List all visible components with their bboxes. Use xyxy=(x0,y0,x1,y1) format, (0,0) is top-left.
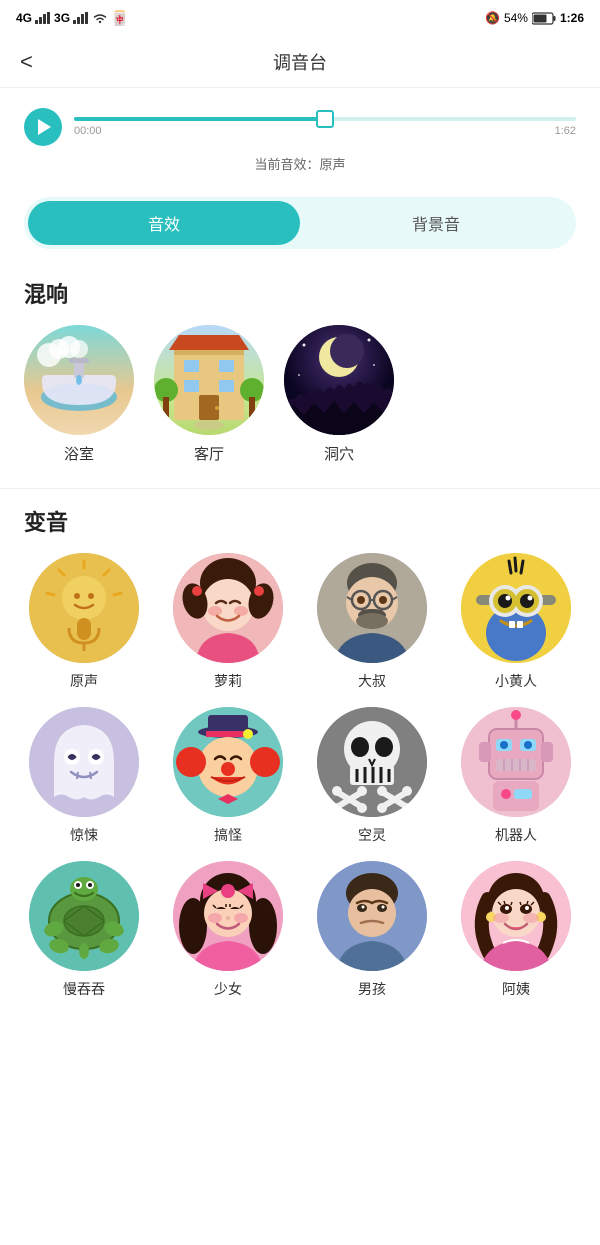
voice-label-robot: 机器人 xyxy=(495,825,537,845)
voice-item-girl[interactable]: 少女 xyxy=(160,861,296,999)
voice-item-boy[interactable]: 男孩 xyxy=(304,861,440,999)
time-display: 1:26 xyxy=(560,11,584,25)
battery-icon xyxy=(532,12,556,25)
status-right: 🔕 54% 1:26 xyxy=(485,11,584,25)
voice-label-slow: 慢吞吞 xyxy=(63,979,105,999)
progress-thumb[interactable] xyxy=(316,110,334,128)
voice-image-uncle xyxy=(317,553,427,663)
reverb-label-bathroom: 浴室 xyxy=(64,443,94,464)
network-text: 3G xyxy=(54,11,70,25)
voice-image-molly xyxy=(173,553,283,663)
reverb-grid: 浴室 xyxy=(0,325,600,484)
voice-image-robot xyxy=(461,707,571,817)
tab-background[interactable]: 背景音 xyxy=(300,201,572,245)
voice-label-clown: 搞怪 xyxy=(214,825,242,845)
reverb-image-cave xyxy=(284,325,394,435)
voice-item-ghost[interactable]: 惊悚 xyxy=(16,707,152,845)
voice-image-minion xyxy=(461,553,571,663)
reverb-image-bathroom xyxy=(24,325,134,435)
reverb-item-bathroom[interactable]: 浴室 xyxy=(24,325,134,464)
wifi-icon xyxy=(92,12,108,24)
status-left: 4G 3G 🀄 xyxy=(16,10,128,27)
alarm-icon: 🔕 xyxy=(485,11,500,25)
voice-image-clown xyxy=(173,707,283,817)
header: < 调音台 xyxy=(0,36,600,88)
current-effect-label: 当前音效：原声 xyxy=(24,154,576,173)
signal-text: 4G xyxy=(16,11,32,25)
signal-icon xyxy=(35,12,51,24)
voice-item-uncle[interactable]: 大叔 xyxy=(304,553,440,691)
voice-image-boy xyxy=(317,861,427,971)
divider xyxy=(0,488,600,489)
voice-label-original: 原声 xyxy=(70,671,98,691)
reverb-label-cave: 洞穴 xyxy=(324,443,354,464)
voice-image-original xyxy=(29,553,139,663)
voice-item-molly[interactable]: 萝莉 xyxy=(160,553,296,691)
voice-item-spirit[interactable]: 空灵 xyxy=(304,707,440,845)
tab-effects[interactable]: 音效 xyxy=(28,201,300,245)
reverb-image-livingroom xyxy=(154,325,264,435)
reverb-item-livingroom[interactable]: 客厅 xyxy=(154,325,264,464)
voice-item-original[interactable]: 原声 xyxy=(16,553,152,691)
voice-image-girl xyxy=(173,861,283,971)
reverb-item-cave[interactable]: 洞穴 xyxy=(284,325,394,464)
battery-percent: 54% xyxy=(504,11,528,25)
progress-bar[interactable]: 00:00 1:62 xyxy=(74,117,576,137)
voice-label-ghost: 惊悚 xyxy=(70,825,98,845)
reverb-label-livingroom: 客厅 xyxy=(194,443,224,464)
voice-label-minion: 小黄人 xyxy=(495,671,537,691)
time-end: 1:62 xyxy=(555,125,576,137)
voice-image-spirit xyxy=(317,707,427,817)
time-start: 00:00 xyxy=(74,125,102,137)
voice-image-slow xyxy=(29,861,139,971)
voice-item-robot[interactable]: 机器人 xyxy=(448,707,584,845)
player-section: 00:00 1:62 当前音效：原声 xyxy=(0,88,600,197)
player-controls: 00:00 1:62 xyxy=(24,108,576,146)
voice-item-minion[interactable]: 小黄人 xyxy=(448,553,584,691)
progress-track xyxy=(74,117,576,121)
page-title: 调音台 xyxy=(20,49,580,75)
signal2-icon xyxy=(73,12,89,24)
extra-icon: 🀄 xyxy=(111,10,128,27)
back-button[interactable]: < xyxy=(20,49,33,75)
play-button[interactable] xyxy=(24,108,62,146)
voice-image-ghost xyxy=(29,707,139,817)
voice-item-clown[interactable]: 搞怪 xyxy=(160,707,296,845)
voice-change-title: 变音 xyxy=(0,497,600,553)
voice-label-auntie: 阿姨 xyxy=(502,979,530,999)
voice-change-grid: 原声 xyxy=(0,553,600,1029)
tab-switch: 音效 背景音 xyxy=(24,197,576,249)
voice-label-boy: 男孩 xyxy=(358,979,386,999)
status-bar: 4G 3G 🀄 🔕 54% 1:26 xyxy=(0,0,600,36)
voice-image-auntie xyxy=(461,861,571,971)
voice-label-uncle: 大叔 xyxy=(358,671,386,691)
reverb-title: 混响 xyxy=(0,269,600,325)
progress-fill xyxy=(74,117,325,121)
voice-label-molly: 萝莉 xyxy=(214,671,242,691)
play-icon xyxy=(38,119,51,135)
voice-item-auntie[interactable]: 阿姨 xyxy=(448,861,584,999)
voice-item-slow[interactable]: 慢吞吞 xyxy=(16,861,152,999)
voice-label-girl: 少女 xyxy=(214,979,242,999)
voice-label-spirit: 空灵 xyxy=(358,825,386,845)
